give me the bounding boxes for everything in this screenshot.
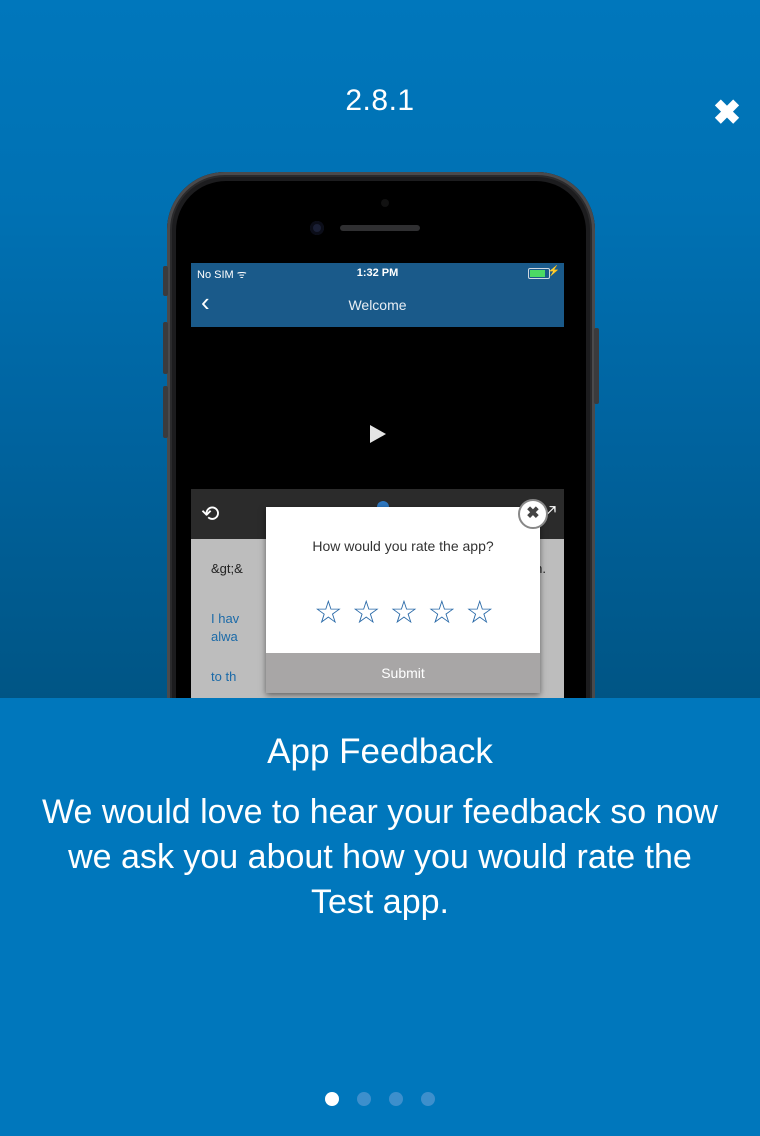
speaker-grille — [340, 225, 420, 231]
star-icon[interactable]: ☆ — [465, 595, 494, 629]
version-label: 2.8.1 — [345, 84, 415, 117]
volume-down-button — [163, 386, 168, 438]
content-text-line: &gt;& — [211, 561, 243, 576]
volume-up-button — [163, 322, 168, 374]
page-indicator — [0, 1092, 760, 1106]
status-bar: No SIM ᯤ 1:32 PM ⚡ — [191, 263, 564, 281]
submit-button[interactable]: Submit — [266, 653, 540, 693]
charging-icon: ⚡ — [547, 266, 560, 277]
feature-description: We would love to hear your feedback so n… — [42, 793, 718, 921]
play-icon[interactable] — [370, 425, 386, 443]
phone-mockup: No SIM ᯤ 1:32 PM ⚡ ‹ Welcome ⟲ ⤢ &gt;& — [163, 172, 599, 698]
star-icon[interactable]: ☆ — [427, 595, 456, 629]
star-rating: ☆ ☆ ☆ ☆ ☆ — [314, 595, 494, 629]
popup-close-icon[interactable]: ✖ — [518, 499, 548, 529]
replay-icon[interactable]: ⟲ — [201, 501, 219, 527]
page-dot[interactable] — [325, 1092, 339, 1106]
rating-popup: How would you rate the app? ☆ ☆ ☆ ☆ ☆ Su… — [266, 499, 548, 693]
nav-title: Welcome — [348, 297, 407, 313]
page-dot[interactable] — [421, 1092, 435, 1106]
camera-icon — [310, 221, 324, 235]
close-icon[interactable]: ✖ — [710, 96, 744, 130]
video-player[interactable] — [191, 327, 564, 489]
star-icon[interactable]: ☆ — [352, 595, 381, 629]
content-text-line: alwa — [211, 629, 238, 644]
content-text-line: I hav — [211, 611, 240, 626]
rating-question: How would you rate the app? — [312, 538, 494, 554]
phone-screen: No SIM ᯤ 1:32 PM ⚡ ‹ Welcome ⟲ ⤢ &gt;& — [191, 263, 564, 698]
status-time: 1:32 PM — [356, 267, 399, 279]
power-button — [594, 328, 599, 404]
app-header: No SIM ᯤ 1:32 PM ⚡ ‹ Welcome — [191, 263, 564, 327]
star-icon[interactable]: ☆ — [314, 595, 343, 629]
page-dot[interactable] — [389, 1092, 403, 1106]
hero-area: 2.8.1 ✖ No SIM ᯤ 1:32 PM ⚡ ‹ Welcome ⟲ &… — [0, 0, 760, 698]
feature-title: App Feedback — [267, 732, 493, 771]
mute-switch — [163, 266, 168, 296]
content-text-line: to th — [211, 669, 237, 684]
star-icon[interactable]: ☆ — [390, 595, 419, 629]
page-dot[interactable] — [357, 1092, 371, 1106]
sensor — [381, 199, 389, 207]
